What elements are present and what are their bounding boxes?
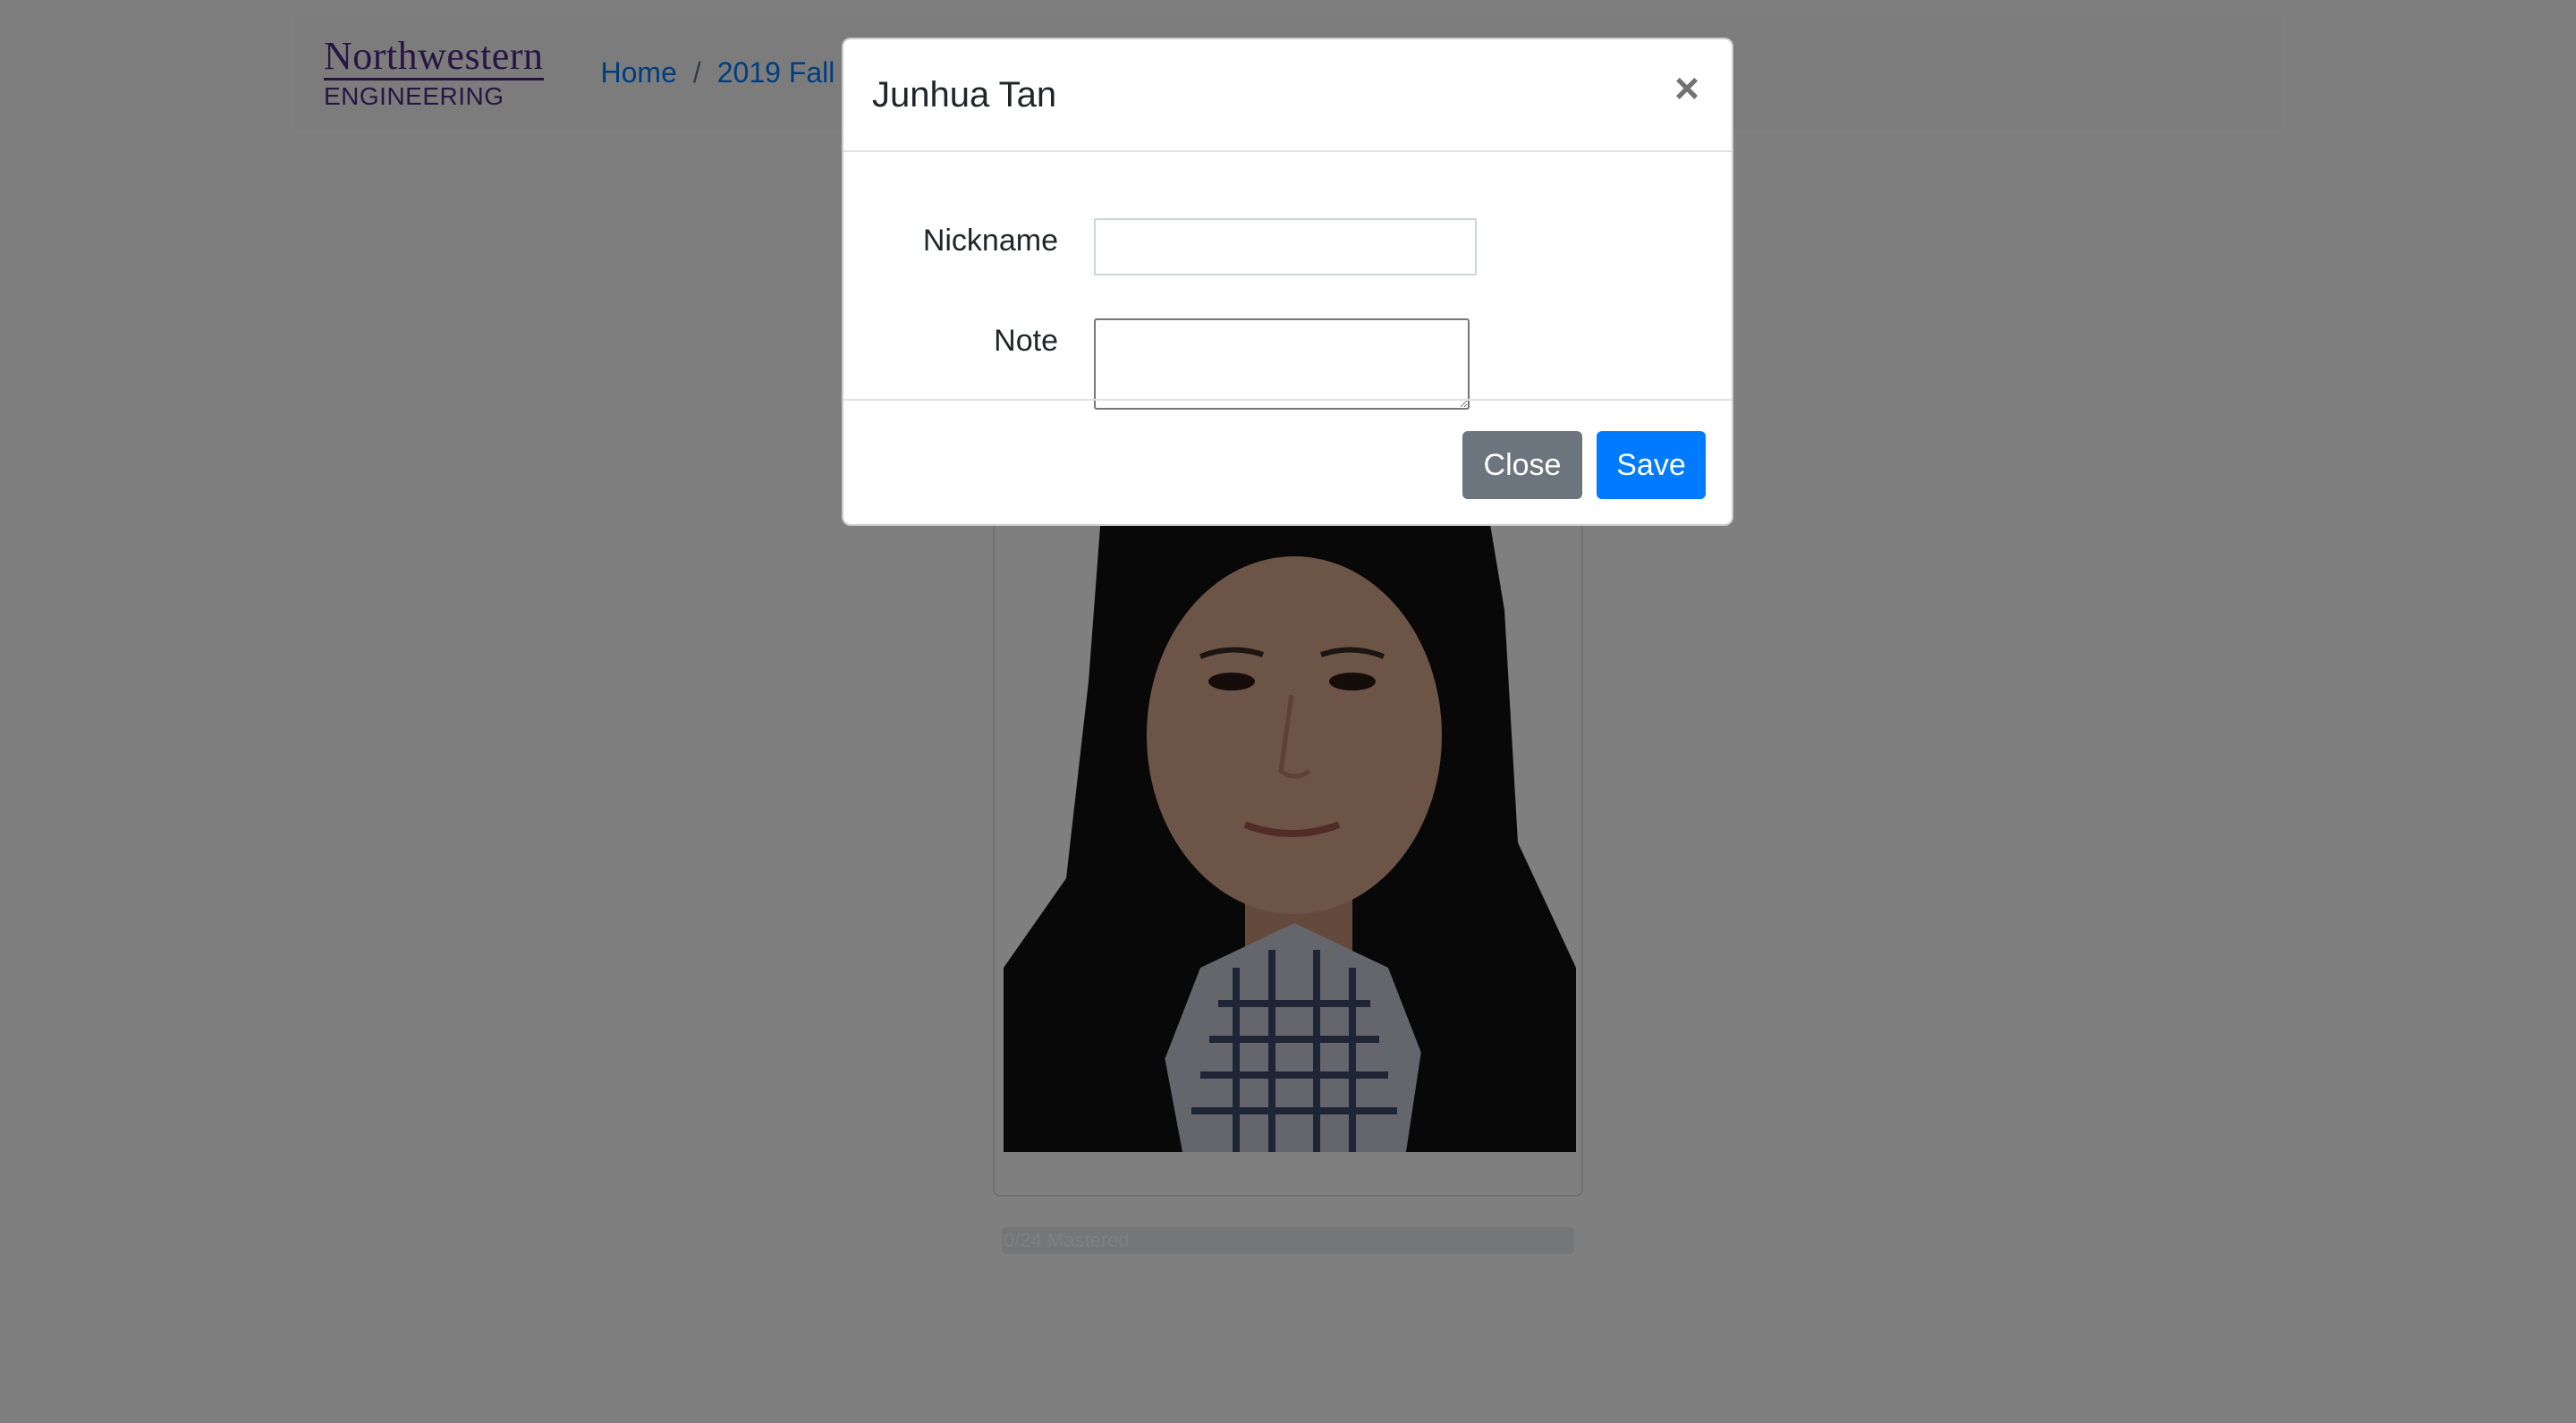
modal-header: Junhua Tan ×	[843, 39, 1732, 152]
save-button[interactable]: Save	[1597, 431, 1706, 499]
note-textarea[interactable]	[1094, 318, 1470, 410]
nickname-input[interactable]	[1094, 218, 1477, 275]
close-button[interactable]: Close	[1462, 431, 1582, 499]
modal-footer: Close Save	[843, 399, 1732, 524]
modal-body: Nickname Note	[843, 152, 1732, 438]
close-icon[interactable]: ×	[1669, 68, 1705, 111]
edit-student-modal: Junhua Tan × Nickname Note Close Save	[842, 38, 1733, 526]
nickname-label: Nickname	[922, 224, 1058, 258]
note-label: Note	[994, 324, 1058, 358]
modal-title: Junhua Tan	[872, 74, 1057, 114]
